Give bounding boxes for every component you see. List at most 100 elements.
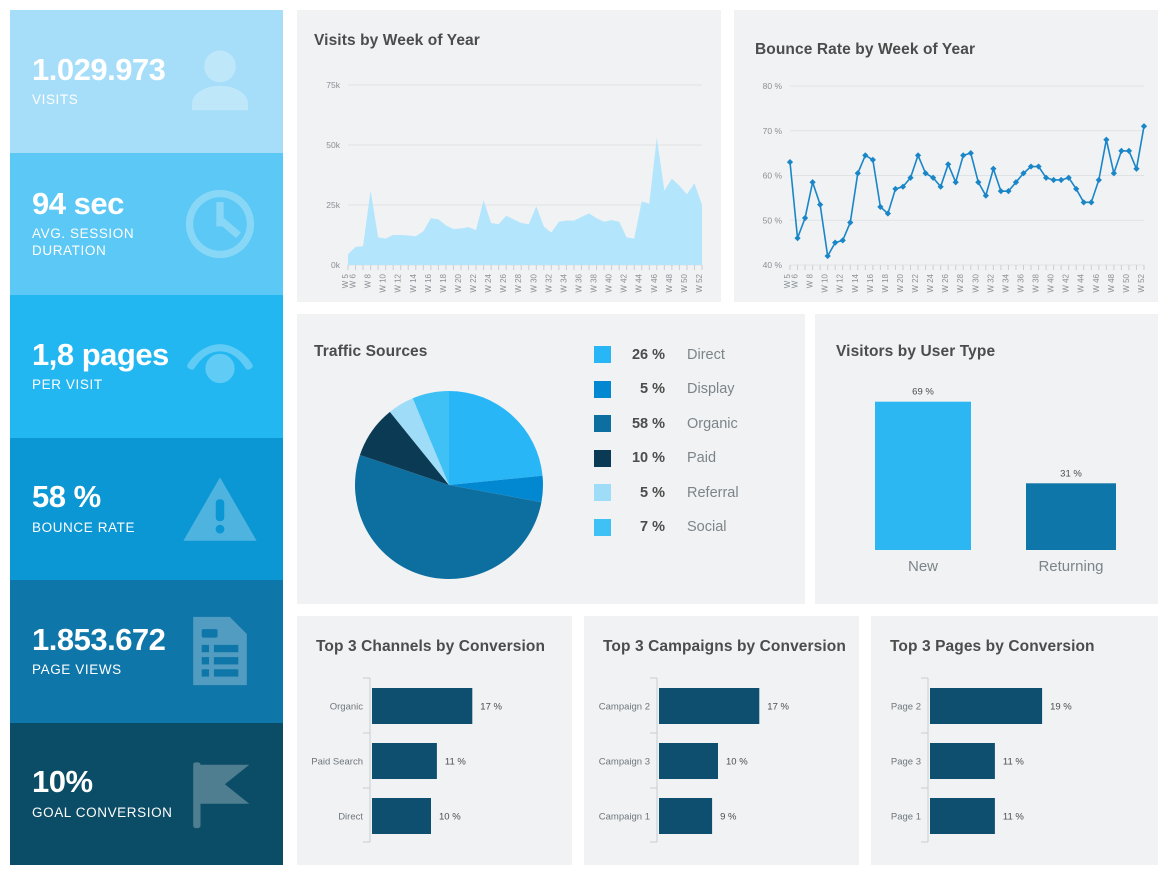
kpi-card-avg-session-duration[interactable]: 94 sec AVG. SESSION DURATION <box>10 152 283 295</box>
panel-title: Traffic Sources <box>314 343 428 360</box>
data-point <box>952 179 959 186</box>
x-axis-tick: W 14 <box>409 273 418 292</box>
bar-category-label: Page 3 <box>891 757 921 768</box>
x-axis-tick: W 44 <box>1077 273 1086 292</box>
x-axis-tick: W 26 <box>941 273 950 292</box>
kpi-label: AVG. SESSION DURATION <box>32 226 135 259</box>
data-point <box>1103 136 1110 143</box>
bar-campaign-1 <box>659 798 713 834</box>
y-axis-tick: 40 % <box>763 260 783 270</box>
x-axis-tick: W 8 <box>364 273 373 288</box>
legend-swatch-paid <box>594 449 611 467</box>
data-point <box>794 235 801 242</box>
x-axis-tick: W 48 <box>665 273 674 292</box>
x-axis-tick: W 32 <box>986 273 995 292</box>
legend-item-display[interactable]: 5 % Display <box>594 380 739 398</box>
legend-item-referral[interactable]: 5 % Referral <box>594 484 739 501</box>
kpi-value: 58 % <box>32 479 101 515</box>
bar-value-label: 9 % <box>720 812 737 823</box>
data-point <box>786 158 794 166</box>
channels-hbar-chart: Organic 17 % Paid Search 11 % Direct 10 % <box>311 677 503 843</box>
bar-category-label: Page 2 <box>891 702 921 713</box>
panel-traffic-sources: Traffic Sources 26 % Direct 5 % Display … <box>297 314 805 604</box>
legend-item-social[interactable]: 7 % Social <box>594 518 739 536</box>
x-axis-tick: W 36 <box>1017 273 1026 292</box>
user-type-bar-chart: 69 % New 31 % Returning <box>875 387 1116 575</box>
pie-slice-direct <box>449 391 543 485</box>
kpi-card-bounce-rate[interactable]: 58 % BOUNCE RATE <box>10 437 283 580</box>
x-axis-tick: W 52 <box>695 273 704 292</box>
y-axis-tick: 75k <box>326 80 340 90</box>
x-axis-tick: W 12 <box>836 273 845 292</box>
legend-value: 5 % <box>640 484 665 501</box>
kpi-value: 10% <box>32 764 93 800</box>
x-axis-tick: W 20 <box>896 273 905 292</box>
bar-page-3 <box>930 743 995 779</box>
x-axis-tick: W 6 <box>791 273 800 288</box>
x-axis-tick: W 50 <box>680 273 689 292</box>
bounce-line <box>789 126 1145 259</box>
x-axis-tick: W 22 <box>469 273 478 292</box>
legend-swatch-organic <box>594 415 611 432</box>
x-axis-tick: W 28 <box>956 273 965 292</box>
data-point <box>1088 199 1095 206</box>
panel-visitors-by-user-type: Visitors by User Type 69 % New 31 % Returni… <box>815 314 1158 604</box>
legend-item-organic[interactable]: 58 % Organic <box>594 415 739 432</box>
kpi-card-goal-conversion[interactable]: 10% GOAL CONVERSION <box>10 722 283 865</box>
kpi-card-pages-per-visit[interactable]: 1,8 pages PER VISIT <box>10 295 283 438</box>
analytics-dashboard: 1.029.973 VISITS 94 sec AVG. SESSION DUR… <box>0 0 1168 880</box>
data-point <box>832 239 839 246</box>
bar-category-label: Page 1 <box>891 812 921 823</box>
x-axis-tick: W 48 <box>1107 273 1116 292</box>
x-axis-tick: W 20 <box>454 273 463 292</box>
bar-campaign-3 <box>659 743 718 779</box>
legend-label: Display <box>687 381 735 397</box>
legend-swatch-referral <box>594 484 611 501</box>
data-point <box>817 201 824 208</box>
data-point <box>982 192 989 199</box>
y-axis-tick: 25k <box>326 200 340 210</box>
visits-area <box>348 137 702 265</box>
kpi-label: PAGE VIEWS <box>32 662 122 678</box>
x-axis-tick: W 30 <box>971 273 980 292</box>
x-axis-tick: W 22 <box>911 273 920 292</box>
y-axis-tick: 50 % <box>763 215 783 225</box>
bar-category-label: Paid Search <box>311 757 363 768</box>
bar-new <box>875 401 971 550</box>
data-point <box>945 161 952 168</box>
data-point <box>1050 176 1057 184</box>
data-point <box>1080 199 1087 206</box>
bar-category-label: Organic <box>330 702 364 713</box>
bar-value-label: 17 % <box>767 702 789 713</box>
data-point <box>914 152 922 159</box>
legend-value: 26 % <box>631 346 665 363</box>
x-axis-tick: W 30 <box>529 273 538 292</box>
x-axis-tick: W 18 <box>881 273 890 292</box>
bar-value-label: 11 % <box>1003 757 1025 768</box>
data-point <box>1118 147 1125 155</box>
legend-item-paid[interactable]: 10 % Paid <box>594 449 739 467</box>
x-axis-tick: W 38 <box>590 273 599 292</box>
y-axis-tick: 0k <box>331 260 341 270</box>
x-axis-tick: W 32 <box>544 273 553 292</box>
bar-campaign-2 <box>659 688 760 724</box>
x-axis-tick: W 6 <box>349 273 358 288</box>
bar-page-2 <box>930 688 1043 724</box>
bar-category-label: Returning <box>1038 558 1103 575</box>
bar-category-label: Campaign 1 <box>599 812 650 823</box>
legend-swatch-display <box>594 380 611 398</box>
visits-area-chart: 0k25k50k75kW 5W 6W 8W 10 W 12 W 14 W 16 W 18… <box>326 80 704 293</box>
panel-top-channels: Top 3 Channels by Conversion Organic 17 %… <box>297 616 572 865</box>
x-axis-tick: W 14 <box>851 273 860 292</box>
kpi-card-visits[interactable]: 1.029.973 VISITS <box>10 10 283 153</box>
data-point <box>960 152 967 159</box>
data-point <box>990 165 997 172</box>
x-axis-tick: W 12 <box>394 273 403 292</box>
x-axis-tick: W 40 <box>1047 273 1056 292</box>
x-axis-tick: W 38 <box>1032 273 1041 292</box>
legend-label: Organic <box>687 415 738 432</box>
kpi-card-page-views[interactable]: 1.853.672 PAGE VIEWS <box>10 580 283 723</box>
x-axis-tick: W 46 <box>1092 273 1101 292</box>
legend-item-direct[interactable]: 26 % Direct <box>594 346 739 363</box>
bar-value-label: 10 % <box>726 757 748 768</box>
